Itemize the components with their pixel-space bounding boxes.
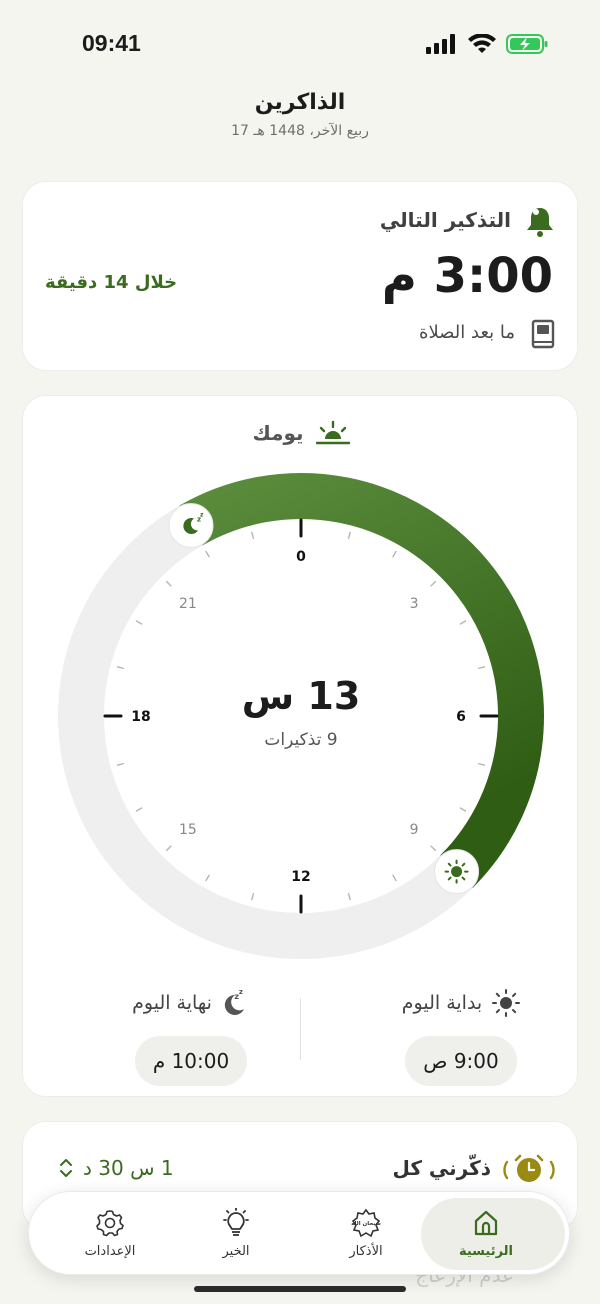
next-reminder-description: ما بعد الصلاة (419, 322, 515, 343)
chevron-up-down-icon (60, 1159, 72, 1177)
sun-icon (444, 859, 469, 884)
dial-center: 13 س 9 تذكيرات (23, 674, 579, 750)
hour-tick-20 (135, 620, 143, 625)
status-bar: 09:41 (0, 0, 600, 90)
hour-tick-16 (135, 807, 143, 812)
tab-home[interactable]: الرئيسية (421, 1192, 551, 1276)
remind-interval-label: ذكّرني كل (392, 1156, 491, 1180)
hour-tick-13 (251, 893, 255, 901)
status-time: 09:41 (82, 30, 141, 56)
day-start-header: بداية اليوم (371, 986, 551, 1020)
hour-tick-1 (347, 531, 351, 539)
hour-tick-10 (392, 874, 397, 882)
svg-text:z: z (200, 511, 204, 518)
hour-tick-2 (392, 550, 397, 558)
hour-label-0: 0 (296, 549, 306, 565)
hour-tick-7 (478, 762, 486, 766)
hour-label-3: 3 (410, 596, 419, 612)
day-start-label: بداية اليوم (401, 992, 483, 1014)
hour-tick-22 (205, 550, 210, 558)
next-reminder-label: التذكير التالي (379, 208, 511, 232)
day-end-handle[interactable]: z z (168, 502, 214, 548)
hour-label-12: 12 (291, 869, 310, 885)
day-start-section: بداية اليوم 9:00 ص (371, 986, 551, 1086)
adhkar-badge-icon: سبحان الله (351, 1208, 381, 1238)
hour-tick-9 (430, 845, 437, 852)
tab-adhkar[interactable]: سبحان الله الأذكار (301, 1192, 431, 1276)
moon-sleep-icon: z z (224, 989, 244, 1015)
divider (300, 998, 301, 1060)
header: الذاكرين 17 ربيع الآخر، 1448 هـ (0, 90, 600, 139)
tab-settings[interactable]: الإعدادات (45, 1192, 175, 1276)
remind-interval-value: 1 س 30 د (83, 1156, 174, 1180)
status-icons (426, 33, 548, 55)
bell-icon (527, 208, 553, 237)
tab-khair-label: الخير (222, 1244, 250, 1259)
day-end-time-button[interactable]: 10:00 م (135, 1036, 247, 1086)
hour-tick-19 (116, 666, 124, 670)
tab-settings-label: الإعدادات (84, 1244, 136, 1259)
wifi-icon (468, 34, 496, 53)
page-title: الذاكرين (254, 90, 346, 115)
tab-bar: الرئيسية سبحان الله الأذكار الخير الإعدا… (28, 1191, 570, 1275)
hour-label-21: 21 (179, 596, 197, 612)
home-icon (474, 1210, 498, 1236)
hour-tick-21 (165, 580, 172, 587)
hour-tick-17 (116, 762, 124, 766)
hour-tick-4 (459, 620, 467, 625)
hour-tick-15 (165, 845, 172, 852)
gear-icon (96, 1210, 124, 1237)
day-start-handle[interactable] (434, 849, 480, 895)
day-start-time-button[interactable]: 9:00 ص (405, 1036, 517, 1086)
next-reminder-time: 3:00 م (381, 248, 553, 304)
hour-label-9: 9 (410, 822, 419, 838)
lightbulb-icon (223, 1208, 249, 1236)
cellular-signal-icon (426, 34, 455, 54)
next-reminder-card[interactable]: التذكير التالي 3:00 م خلال 14 دقيقة ما ب… (22, 181, 578, 371)
day-end-section: z z نهاية اليوم 10:00 م (101, 986, 281, 1086)
hour-tick-8 (459, 807, 467, 812)
day-reminder-count: 9 تذكيرات (264, 730, 338, 750)
hour-tick-14 (205, 874, 210, 882)
hijri-date: 17 ربيع الآخر، 1448 هـ (231, 123, 369, 139)
home-indicator (194, 1286, 406, 1292)
hour-tick-11 (347, 893, 351, 901)
day-card: يومك 0 3 6 9 12 15 18 21 z z 13 س 9 تذكي… (22, 395, 578, 1097)
svg-text:سبحان الله: سبحان الله (351, 1221, 381, 1227)
svg-text:z: z (239, 989, 243, 996)
day-end-label: نهاية اليوم (132, 992, 212, 1014)
hour-tick-23 (251, 531, 255, 539)
tab-adhkar-label: الأذكار (349, 1244, 383, 1259)
tab-home-label: الرئيسية (458, 1244, 514, 1259)
day-end-header: z z نهاية اليوم (101, 986, 281, 1020)
book-icon (531, 319, 555, 349)
next-reminder-countdown: خلال 14 دقيقة (45, 272, 178, 293)
tab-khair[interactable]: الخير (171, 1192, 301, 1276)
alarm-clock-icon (503, 1154, 555, 1182)
hour-label-15: 15 (179, 822, 197, 838)
sun-icon (492, 989, 521, 1017)
hour-tick-3 (430, 580, 437, 587)
day-total-hours: 13 س (241, 674, 361, 718)
hour-tick-5 (478, 666, 486, 670)
battery-charging-icon (506, 34, 548, 54)
remind-interval-picker[interactable]: 1 س 30 د (59, 1156, 174, 1180)
